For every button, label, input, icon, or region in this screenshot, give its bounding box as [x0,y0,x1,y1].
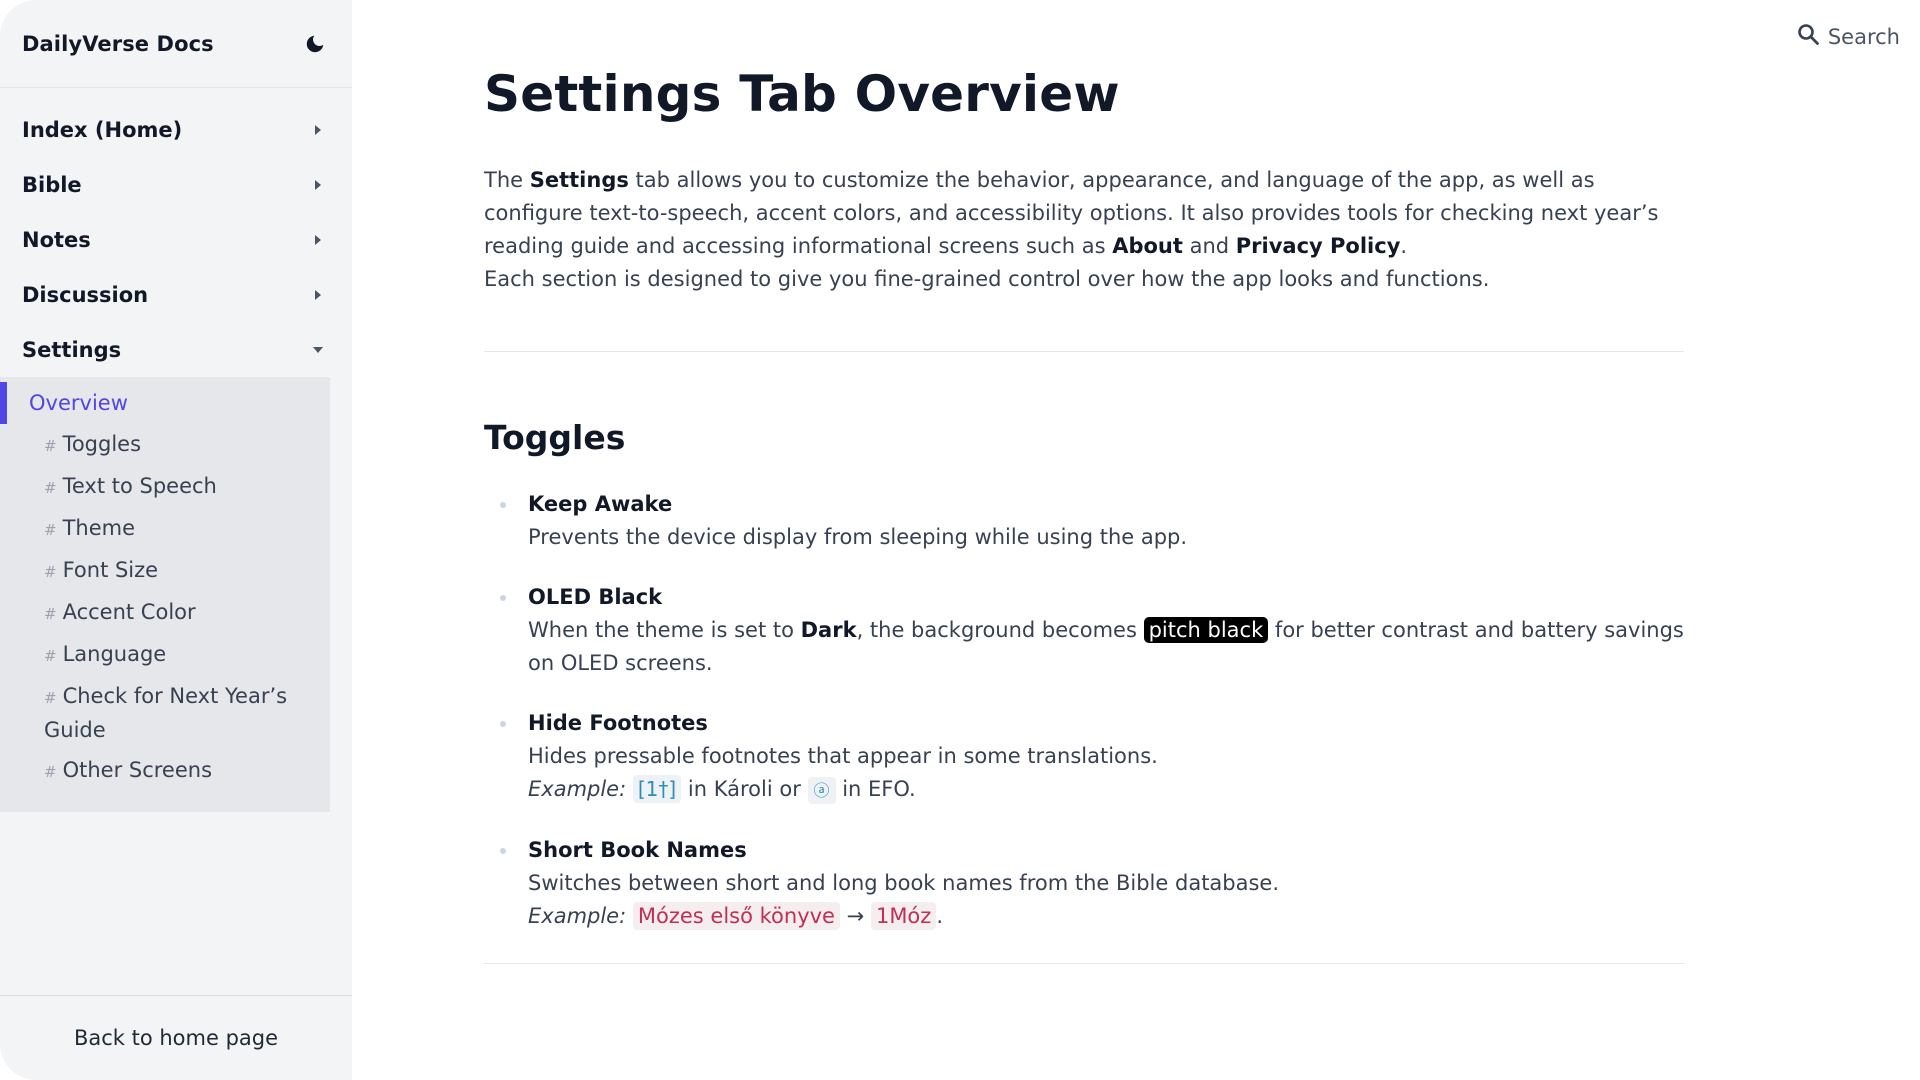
example-text: in EFO. [835,777,916,801]
sidebar-item-notes[interactable]: Notes [0,212,352,267]
page-title: Settings Tab Overview [484,65,1120,123]
short-book-name-code: 1Móz [870,902,937,930]
item-description: Hides pressable footnotes that appear in… [528,744,1158,768]
hash-icon: # [44,479,57,497]
intro-text: . [1400,234,1408,258]
example-label: Example: [528,904,627,928]
item-title: Keep Awake [528,492,673,516]
sidebar-item-label: Settings [22,337,122,362]
subnav-anchor-label: Other Screens [62,758,213,782]
subnav-anchor-label: Check for Next Year’s Guide [44,684,288,742]
active-indicator [0,382,7,424]
item-description: Switches between short and long book nam… [528,871,1280,895]
subnav-anchor-label: Font Size [62,558,159,582]
settings-subnav: Overview # Toggles # Text to Speech # Theme… [0,377,330,812]
subnav-anchor-language[interactable]: # Language [0,634,330,676]
item-example: Example: [1†] in Károli or ⓐ in EFO. [528,773,1684,807]
main-content: Settings Tab Overview The Settings tab a… [484,58,1684,964]
caret-right-icon [312,234,324,246]
subnav-anchor-font-size[interactable]: # Font Size [0,550,330,592]
item-title: Hide Footnotes [528,711,708,735]
caret-down-icon [312,344,324,356]
moon-icon[interactable] [300,29,330,59]
back-to-home-link[interactable]: Back to home page [0,995,352,1080]
item-title: OLED Black [528,585,663,609]
site-title[interactable]: DailyVerse Docs [22,32,214,56]
hash-icon: # [44,647,57,665]
sidebar-item-discussion[interactable]: Discussion [0,267,352,322]
section-divider [484,351,1684,352]
hash-icon: # [44,437,57,455]
section-divider [484,963,1684,964]
intro-bold-privacy-policy: Privacy Policy [1235,234,1401,258]
example-text: . [936,904,943,928]
list-item-keep-awake: Keep Awake Prevents the device display f… [484,488,1684,554]
hash-icon: # [44,763,57,781]
footnote-code-efo: ⓐ [807,777,836,804]
hash-icon: # [44,563,57,581]
desc-text: , the background becomes [856,618,1144,642]
list-item-short-book-names: Short Book Names Switches between short … [484,834,1684,933]
caret-right-icon [312,289,324,301]
subnav-item-overview[interactable]: Overview [0,382,330,424]
intro-paragraph-2: Each section is designed to give you fin… [484,267,1490,291]
subnav-anchor-text-to-speech[interactable]: # Text to Speech [0,466,330,508]
item-example: Example: Mózes első könyve → 1Móz. [528,900,1684,933]
intro-paragraph: The Settings tab allows you to customize… [484,164,1684,263]
subnav-item-label: Overview [29,391,128,415]
subnav-anchor-label: Text to Speech [62,474,217,498]
search-button[interactable]: Search [1796,22,1900,51]
subnav-anchor-accent-color[interactable]: # Accent Color [0,592,330,634]
hash-icon: # [44,605,57,623]
sidebar-item-settings[interactable]: Settings [0,322,352,377]
intro-bold-settings: Settings [529,168,629,192]
intro-section: The Settings tab allows you to customize… [484,164,1684,296]
sidebar-item-label: Discussion [22,282,149,307]
desc-text: When the theme is set to [528,618,801,642]
hash-icon: # [44,521,57,539]
sidebar: DailyVerse Docs Index (Home) Bible Notes [0,0,352,1080]
sidebar-item-bible[interactable]: Bible [0,157,352,212]
long-book-name-code: Mózes első könyve [632,902,840,930]
list-item-hide-footnotes: Hide Footnotes Hides pressable footnotes… [484,707,1684,807]
sidebar-item-label: Notes [22,227,91,252]
item-description: When the theme is set to Dark, the backg… [528,614,1684,680]
search-icon [1796,22,1820,51]
caret-right-icon [312,124,324,136]
subnav-anchor-label: Toggles [62,432,142,456]
subnav-anchor-toggles[interactable]: # Toggles [0,424,330,466]
bold-dark: Dark [800,618,857,642]
list-item-oled-black: OLED Black When the theme is set to Dark… [484,581,1684,680]
intro-text: tab allows you to customize the behavior… [484,168,1659,258]
pitch-black-highlight: pitch black [1143,617,1269,643]
intro-bold-about: About [1112,234,1183,258]
item-title: Short Book Names [528,838,747,862]
caret-right-icon [312,179,324,191]
hash-icon: # [44,689,57,707]
search-label: Search [1827,24,1900,49]
section-heading-toggles: Toggles [484,418,626,457]
subnav-anchor-other-screens[interactable]: # Other Screens [0,750,330,792]
arrow-right-icon: → [846,904,865,928]
item-description: Prevents the device display from sleepin… [528,525,1188,549]
sidebar-item-index-home[interactable]: Index (Home) [0,102,352,157]
subnav-anchor-label: Accent Color [62,600,196,624]
intro-text: The [484,168,530,192]
subnav-anchor-label: Language [62,642,167,666]
sidebar-item-label: Bible [22,172,82,197]
sidebar-header: DailyVerse Docs [0,0,352,88]
example-label: Example: [528,777,627,801]
footnote-code-karoli: [1†] [632,775,682,803]
toggles-list: Keep Awake Prevents the device display f… [484,488,1684,933]
subnav-anchor-next-years-guide[interactable]: # Check for Next Year’s Guide [0,676,330,750]
subnav-anchor-label: Theme [62,516,136,540]
sidebar-nav: Index (Home) Bible Notes Discussion Sett… [0,88,352,812]
subnav-anchor-theme[interactable]: # Theme [0,508,330,550]
sidebar-item-label: Index (Home) [22,117,183,142]
intro-text: and [1182,234,1236,258]
example-text: in Károli or [681,777,808,801]
